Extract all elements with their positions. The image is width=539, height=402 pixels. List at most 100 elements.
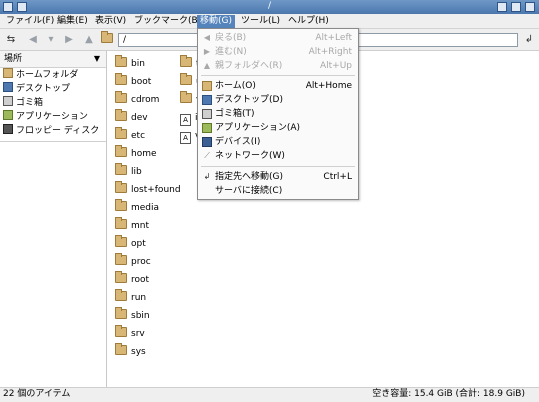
folder-icon	[115, 343, 127, 355]
menu-item-network[interactable]: ⟋ ネットワーク(W)	[198, 149, 358, 163]
menu-item-forward[interactable]: ▶ 進む(N) Alt+Right	[198, 45, 358, 59]
folder-icon	[115, 55, 127, 67]
sidebar-header[interactable]: 場所 ▼	[0, 51, 106, 68]
applications-icon	[3, 110, 13, 120]
free-space: 空き容量: 15.4 GiB (合計: 18.9 GiB)	[372, 389, 525, 399]
list-item[interactable]: lost+found	[115, 181, 181, 199]
file-name: run	[131, 293, 147, 303]
list-item[interactable]: Ai	[180, 109, 198, 127]
menu-item-back[interactable]: ◀ 戻る(B) Alt+Left	[198, 31, 358, 45]
list-item[interactable]: boot	[115, 73, 151, 91]
floppy-icon	[3, 124, 13, 134]
history-dropdown-icon[interactable]: ▾	[44, 33, 58, 47]
menu-bar: ファイル(F) 編集(E) 表示(V) ブックマーク(B) 移動(G) ツール(…	[0, 14, 539, 29]
menu-item-label: デスクトップ(D)	[215, 95, 283, 105]
menu-item-label: 指定先へ移動(G)	[215, 172, 283, 182]
sidebar-item-home[interactable]: ホームフォルダ	[0, 68, 106, 82]
folder-icon	[115, 91, 127, 103]
sidebar-item-desktop[interactable]: デスクトップ	[0, 82, 106, 96]
file-name: proc	[131, 257, 151, 267]
file-name: lost+found	[131, 185, 181, 195]
up-icon[interactable]: ▲	[82, 33, 96, 47]
menu-item-label: 進む(N)	[215, 47, 247, 57]
sidebar-item-label: ゴミ箱	[16, 98, 44, 108]
list-item[interactable]: opt	[115, 235, 146, 253]
folder-icon	[115, 271, 127, 283]
sidebar-header-label: 場所	[4, 54, 23, 64]
folder-icon	[115, 181, 127, 193]
location-toggle-icon[interactable]: ⇆	[4, 33, 18, 47]
go-arrow-icon[interactable]: ↲	[522, 33, 536, 47]
folder-icon	[180, 91, 192, 103]
folder-icon	[115, 109, 127, 121]
list-item[interactable]: srv	[115, 325, 145, 343]
menu-go[interactable]: 移動(G)	[197, 15, 235, 28]
applications-icon	[202, 123, 212, 133]
file-name: opt	[131, 239, 146, 249]
menu-bookmarks[interactable]: ブックマーク(B)	[131, 15, 204, 28]
close-icon[interactable]	[525, 2, 535, 12]
list-item[interactable]: sbin	[115, 307, 150, 325]
file-name: sys	[131, 347, 146, 357]
folder-icon	[115, 163, 127, 175]
list-item[interactable]: bin	[115, 55, 145, 73]
menu-item-accel: Ctrl+L	[323, 172, 352, 182]
menu-item-label: ホーム(O)	[215, 81, 256, 91]
list-item[interactable]: lib	[115, 163, 142, 181]
sidebar-item-label: フロッピー ディスク	[16, 126, 100, 136]
menu-item-devices[interactable]: デバイス(I)	[198, 135, 358, 149]
go-menu-dropdown: ◀ 戻る(B) Alt+Left ▶ 進む(N) Alt+Right ▲ 親フォ…	[197, 28, 359, 200]
menu-item-trash[interactable]: ゴミ箱(T)	[198, 107, 358, 121]
list-item[interactable]: mnt	[115, 217, 149, 235]
menu-file[interactable]: ファイル(F)	[3, 15, 57, 28]
menu-item-applications[interactable]: アプリケーション(A)	[198, 121, 358, 135]
menu-tools[interactable]: ツール(L)	[238, 15, 283, 28]
maximize-icon[interactable]	[511, 2, 521, 12]
file-name: bin	[131, 59, 145, 69]
list-item[interactable]: cdrom	[115, 91, 159, 109]
list-item[interactable]: root	[115, 271, 149, 289]
menu-help[interactable]: ヘルプ(H)	[285, 15, 332, 28]
file-name: etc	[131, 131, 146, 141]
list-item[interactable]: etc	[115, 127, 145, 145]
file-name: boot	[131, 77, 152, 87]
menu-item-label: ネットワーク(W)	[215, 151, 285, 161]
menu-item-accel: Alt+Up	[319, 61, 352, 71]
folder-icon	[180, 55, 192, 67]
list-item[interactable]: home	[115, 145, 157, 163]
menu-item-parent[interactable]: ▲ 親フォルダへ(R) Alt+Up	[198, 59, 358, 73]
chevron-down-icon[interactable]: ▼	[94, 51, 100, 67]
sidebar-item-floppy[interactable]: フロッピー ディスク	[0, 124, 106, 138]
sidebar-item-trash[interactable]: ゴミ箱	[0, 96, 106, 110]
menu-view[interactable]: 表示(V)	[92, 15, 129, 28]
menu-item-label: アプリケーション(A)	[215, 123, 300, 133]
menu-item-accel: Alt+Home	[305, 81, 352, 91]
sidebar-item-applications[interactable]: アプリケーション	[0, 110, 106, 124]
menu-item-go-to-location[interactable]: ↲ 指定先へ移動(G) Ctrl+L	[198, 170, 358, 184]
back-icon[interactable]: ◀	[26, 33, 40, 47]
list-item[interactable]: proc	[115, 253, 151, 271]
menu-item-accel: Alt+Left	[315, 33, 352, 43]
menu-separator	[201, 75, 355, 76]
folder-icon	[115, 217, 127, 229]
file-name: mnt	[131, 221, 149, 231]
minimize-icon[interactable]	[497, 2, 507, 12]
menu-item-home[interactable]: ホーム(O) Alt+Home	[198, 79, 358, 93]
folder-icon	[115, 145, 127, 157]
menu-edit[interactable]: 編集(E)	[54, 15, 91, 28]
forward-icon[interactable]: ▶	[62, 33, 76, 47]
status-bar: 22 個のアイテム 空き容量: 15.4 GiB (合計: 18.9 GiB)	[0, 387, 539, 402]
list-item[interactable]: sys	[115, 343, 146, 361]
file-name: dev	[131, 113, 148, 123]
folder-icon	[100, 31, 114, 47]
folder-icon	[180, 73, 192, 85]
menu-item-connect-server[interactable]: サーバに接続(C)	[198, 184, 358, 198]
list-item[interactable]: media	[115, 199, 159, 217]
window-title: /	[267, 1, 272, 11]
list-item[interactable]: run	[115, 289, 146, 307]
up-icon: ▲	[203, 61, 211, 70]
menu-item-desktop[interactable]: デスクトップ(D)	[198, 93, 358, 107]
folder-icon	[115, 73, 127, 85]
computer-icon	[202, 137, 212, 147]
list-item[interactable]: dev	[115, 109, 148, 127]
